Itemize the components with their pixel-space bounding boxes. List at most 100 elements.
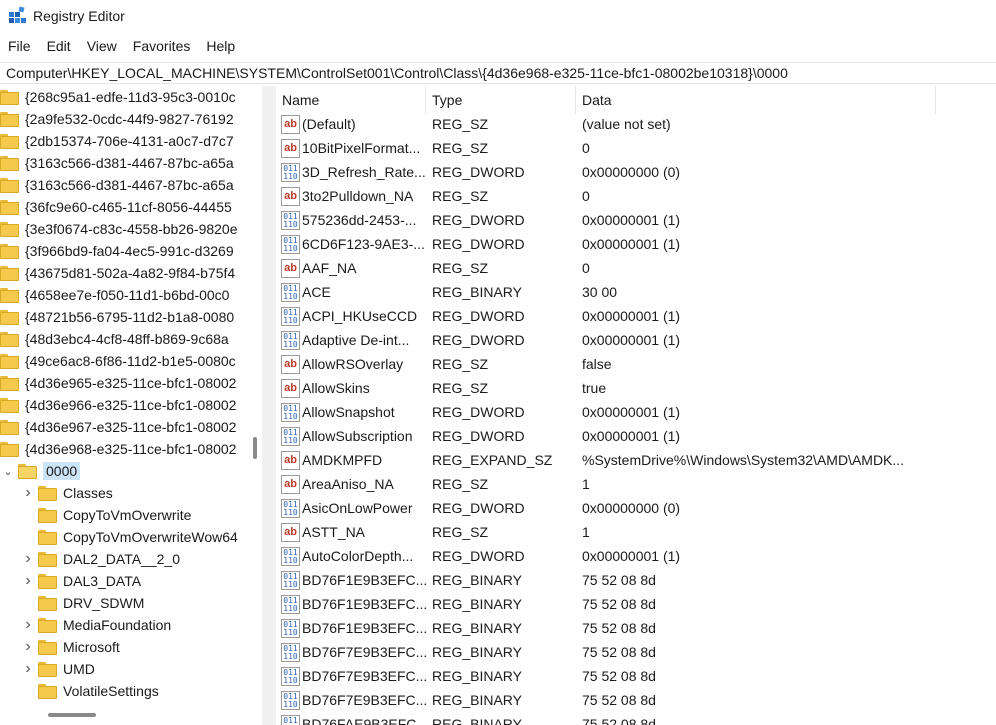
tree-item[interactable]: {268c95a1-edfe-11d3-95c3-0010c bbox=[0, 86, 236, 108]
string-value-icon: ab bbox=[281, 259, 300, 278]
value-row[interactable]: ab AllowRSOverlay REG_SZ false bbox=[276, 353, 996, 377]
tree-child-item[interactable]: › MediaFoundation bbox=[22, 614, 171, 636]
tree-child-item[interactable]: CopyToVmOverwriteWow64 bbox=[22, 526, 238, 548]
tree-child-item[interactable]: › Microsoft bbox=[22, 636, 119, 658]
tree-child-item[interactable]: › Classes bbox=[22, 482, 112, 504]
value-row[interactable]: ab AAF_NA REG_SZ 0 bbox=[276, 257, 996, 281]
tree-item[interactable]: {3e3f0674-c83c-4558-bb26-9820e bbox=[0, 218, 238, 240]
tree-item[interactable]: {4d36e967-e325-11ce-bfc1-08002 bbox=[0, 416, 236, 438]
value-row[interactable]: ab AMDKMPFD REG_EXPAND_SZ %SystemDrive%\Win… bbox=[276, 449, 996, 473]
value-row[interactable]: 011 110 AutoColorDepth... REG_DWORD 0x00000… bbox=[276, 545, 996, 569]
value-name: AAF_NA bbox=[302, 260, 357, 276]
menu-edit[interactable]: Edit bbox=[39, 36, 79, 58]
chevron-right-icon[interactable]: › bbox=[22, 616, 34, 634]
tree-child-item[interactable]: VolatileSettings bbox=[22, 680, 159, 702]
chevron-right-icon[interactable]: › bbox=[22, 550, 34, 568]
menu-favorites[interactable]: Favorites bbox=[125, 36, 199, 58]
tree-item-label: {4d36e965-e325-11ce-bfc1-08002 bbox=[25, 375, 237, 391]
folder-icon bbox=[0, 419, 19, 435]
value-type: REG_SZ bbox=[432, 260, 489, 276]
tree-vertical-scroll-thumb[interactable] bbox=[253, 437, 257, 459]
value-row[interactable]: 011 110 AllowSubscription REG_DWORD 0x00000… bbox=[276, 425, 996, 449]
tree-item[interactable]: {49ce6ac8-6f86-11d2-b1e5-0080c bbox=[0, 350, 236, 372]
tree-child-item[interactable]: CopyToVmOverwrite bbox=[22, 504, 191, 526]
value-row[interactable]: 011 110 BD76F7E9B3EFC... REG_BINARY 75 52 0… bbox=[276, 665, 996, 689]
key-tree[interactable]: {268c95a1-edfe-11d3-95c3-0010c {2a9fe532-… bbox=[0, 86, 262, 725]
menu-file[interactable]: File bbox=[0, 36, 39, 58]
tree-item[interactable]: {43675d81-502a-4a82-9f84-b75f4 bbox=[0, 262, 235, 284]
value-row[interactable]: ab 10BitPixelFormat... REG_SZ 0 bbox=[276, 137, 996, 161]
tree-item-selected[interactable]: ⌄ 0000 bbox=[2, 460, 81, 482]
chevron-right-icon[interactable]: › bbox=[22, 572, 34, 590]
tree-item[interactable]: {36fc9e60-c465-11cf-8056-44455 bbox=[0, 196, 232, 218]
value-row[interactable]: ab (Default) REG_SZ (value not set) bbox=[276, 113, 996, 137]
column-header-data[interactable]: Data bbox=[576, 86, 936, 114]
tree-item-label: {2a9fe532-0cdc-44f9-9827-76192 bbox=[25, 111, 234, 127]
folder-icon bbox=[0, 287, 19, 303]
chevron-right-icon[interactable]: › bbox=[22, 660, 34, 678]
tree-item[interactable]: {2a9fe532-0cdc-44f9-9827-76192 bbox=[0, 108, 234, 130]
value-data: 1 bbox=[582, 524, 590, 540]
value-type: REG_BINARY bbox=[432, 620, 522, 636]
value-name: (Default) bbox=[302, 116, 356, 132]
string-value-icon: ab bbox=[281, 379, 300, 398]
address-bar[interactable]: Computer\HKEY_LOCAL_MACHINE\SYSTEM\Contr… bbox=[0, 62, 996, 84]
column-header-name[interactable]: Name bbox=[276, 86, 426, 114]
tree-child-item[interactable]: DRV_SDWM bbox=[22, 592, 144, 614]
value-list[interactable]: Name Type Data ab (Default) REG_SZ (value n… bbox=[276, 86, 996, 725]
tree-child-item[interactable]: › DAL3_DATA bbox=[22, 570, 141, 592]
tree-item-label: {4d36e968-e325-11ce-bfc1-08002 bbox=[25, 441, 237, 457]
chevron-right-icon[interactable]: › bbox=[22, 638, 34, 656]
value-row[interactable]: 011 110 Adaptive De-int... REG_DWORD 0x0000… bbox=[276, 329, 996, 353]
value-row[interactable]: ab ASTT_NA REG_SZ 1 bbox=[276, 521, 996, 545]
value-row[interactable]: 011 110 ACE REG_BINARY 30 00 bbox=[276, 281, 996, 305]
tree-item[interactable]: {48721b56-6795-11d2-b1a8-0080 bbox=[0, 306, 234, 328]
tree-item[interactable]: {48d3ebc4-4cf8-48ff-b869-9c68a bbox=[0, 328, 229, 350]
tree-item[interactable]: {3163c566-d381-4467-87bc-a65a bbox=[0, 174, 234, 196]
tree-item[interactable]: {2db15374-706e-4131-a0c7-d7c7 bbox=[0, 130, 234, 152]
chevron-down-icon[interactable]: ⌄ bbox=[2, 465, 14, 478]
value-row[interactable]: 011 110 BD76F7E9B3EFC... REG_BINARY 75 52 0… bbox=[276, 689, 996, 713]
tree-item[interactable]: {3f966bd9-fa04-4ec5-991c-d3269 bbox=[0, 240, 234, 262]
tree-item[interactable]: {4d36e966-e325-11ce-bfc1-08002 bbox=[0, 394, 236, 416]
value-row[interactable]: 011 110 ACPI_HKUseCCD REG_DWORD 0x00000001 … bbox=[276, 305, 996, 329]
value-name: AllowSubscription bbox=[302, 428, 413, 444]
value-row[interactable]: 011 110BD76FAE9B3EFC... REG_BINARY 75 52 0… bbox=[276, 713, 996, 725]
value-data: 75 52 08 8d bbox=[582, 692, 656, 708]
value-row[interactable]: ab 3to2Pulldown_NA REG_SZ 0 bbox=[276, 185, 996, 209]
tree-horizontal-scroll-thumb[interactable] bbox=[48, 713, 96, 717]
tree-child-item[interactable]: › UMD bbox=[22, 658, 95, 680]
column-header-type[interactable]: Type bbox=[426, 86, 576, 114]
tree-item[interactable]: {4d36e968-e325-11ce-bfc1-08002 bbox=[0, 438, 236, 460]
value-type: REG_DWORD bbox=[432, 236, 525, 252]
tree-item[interactable]: {4d36e965-e325-11ce-bfc1-08002 bbox=[0, 372, 236, 394]
value-row[interactable]: 011 110 AllowSnapshot REG_DWORD 0x00000001 … bbox=[276, 401, 996, 425]
value-row[interactable]: 011 110 3D_Refresh_Rate... REG_DWORD 0x0000… bbox=[276, 161, 996, 185]
tree-horizontal-scrollbar[interactable] bbox=[0, 705, 249, 725]
folder-icon bbox=[38, 573, 57, 589]
tree-child-item[interactable]: › DAL2_DATA__2_0 bbox=[22, 548, 180, 570]
menu-view[interactable]: View bbox=[79, 36, 125, 58]
chevron-right-icon[interactable]: › bbox=[22, 484, 34, 502]
value-type: REG_DWORD bbox=[432, 500, 525, 516]
menu-help[interactable]: Help bbox=[198, 36, 243, 58]
pane-splitter[interactable] bbox=[262, 86, 276, 725]
value-row[interactable]: 011 110 BD76F1E9B3EFC... REG_BINARY 75 52 0… bbox=[276, 617, 996, 641]
value-row[interactable]: 011 110 575236dd-2453-... REG_DWORD 0x00000… bbox=[276, 209, 996, 233]
value-data: 75 52 08 8d bbox=[582, 596, 656, 612]
value-row[interactable]: 011 110 BD76F1E9B3EFC... REG_BINARY 75 52 0… bbox=[276, 569, 996, 593]
tree-item-label: {3163c566-d381-4467-87bc-a65a bbox=[25, 177, 234, 193]
value-row[interactable]: 011 110 BD76F1E9B3EFC... REG_BINARY 75 52 0… bbox=[276, 593, 996, 617]
tree-vertical-scrollbar[interactable] bbox=[249, 86, 262, 705]
value-row[interactable]: 011 110 6CD6F123-9AE3-... REG_DWORD 0x00000… bbox=[276, 233, 996, 257]
value-type: REG_BINARY bbox=[432, 716, 522, 725]
value-row[interactable]: ab AllowSkins REG_SZ true bbox=[276, 377, 996, 401]
tree-item-label: DRV_SDWM bbox=[63, 595, 145, 611]
value-name: AllowRSOverlay bbox=[302, 356, 404, 372]
tree-item[interactable]: {3163c566-d381-4467-87bc-a65a bbox=[0, 152, 234, 174]
value-row[interactable]: 011 110 BD76F7E9B3EFC... REG_BINARY 75 52 0… bbox=[276, 641, 996, 665]
tree-item-label: {3e3f0674-c83c-4558-bb26-9820e bbox=[25, 221, 238, 237]
value-row[interactable]: 011 110 AsicOnLowPower REG_DWORD 0x00000000… bbox=[276, 497, 996, 521]
tree-item[interactable]: {4658ee7e-f050-11d1-b6bd-00c0 bbox=[0, 284, 229, 306]
value-row[interactable]: ab AreaAniso_NA REG_SZ 1 bbox=[276, 473, 996, 497]
